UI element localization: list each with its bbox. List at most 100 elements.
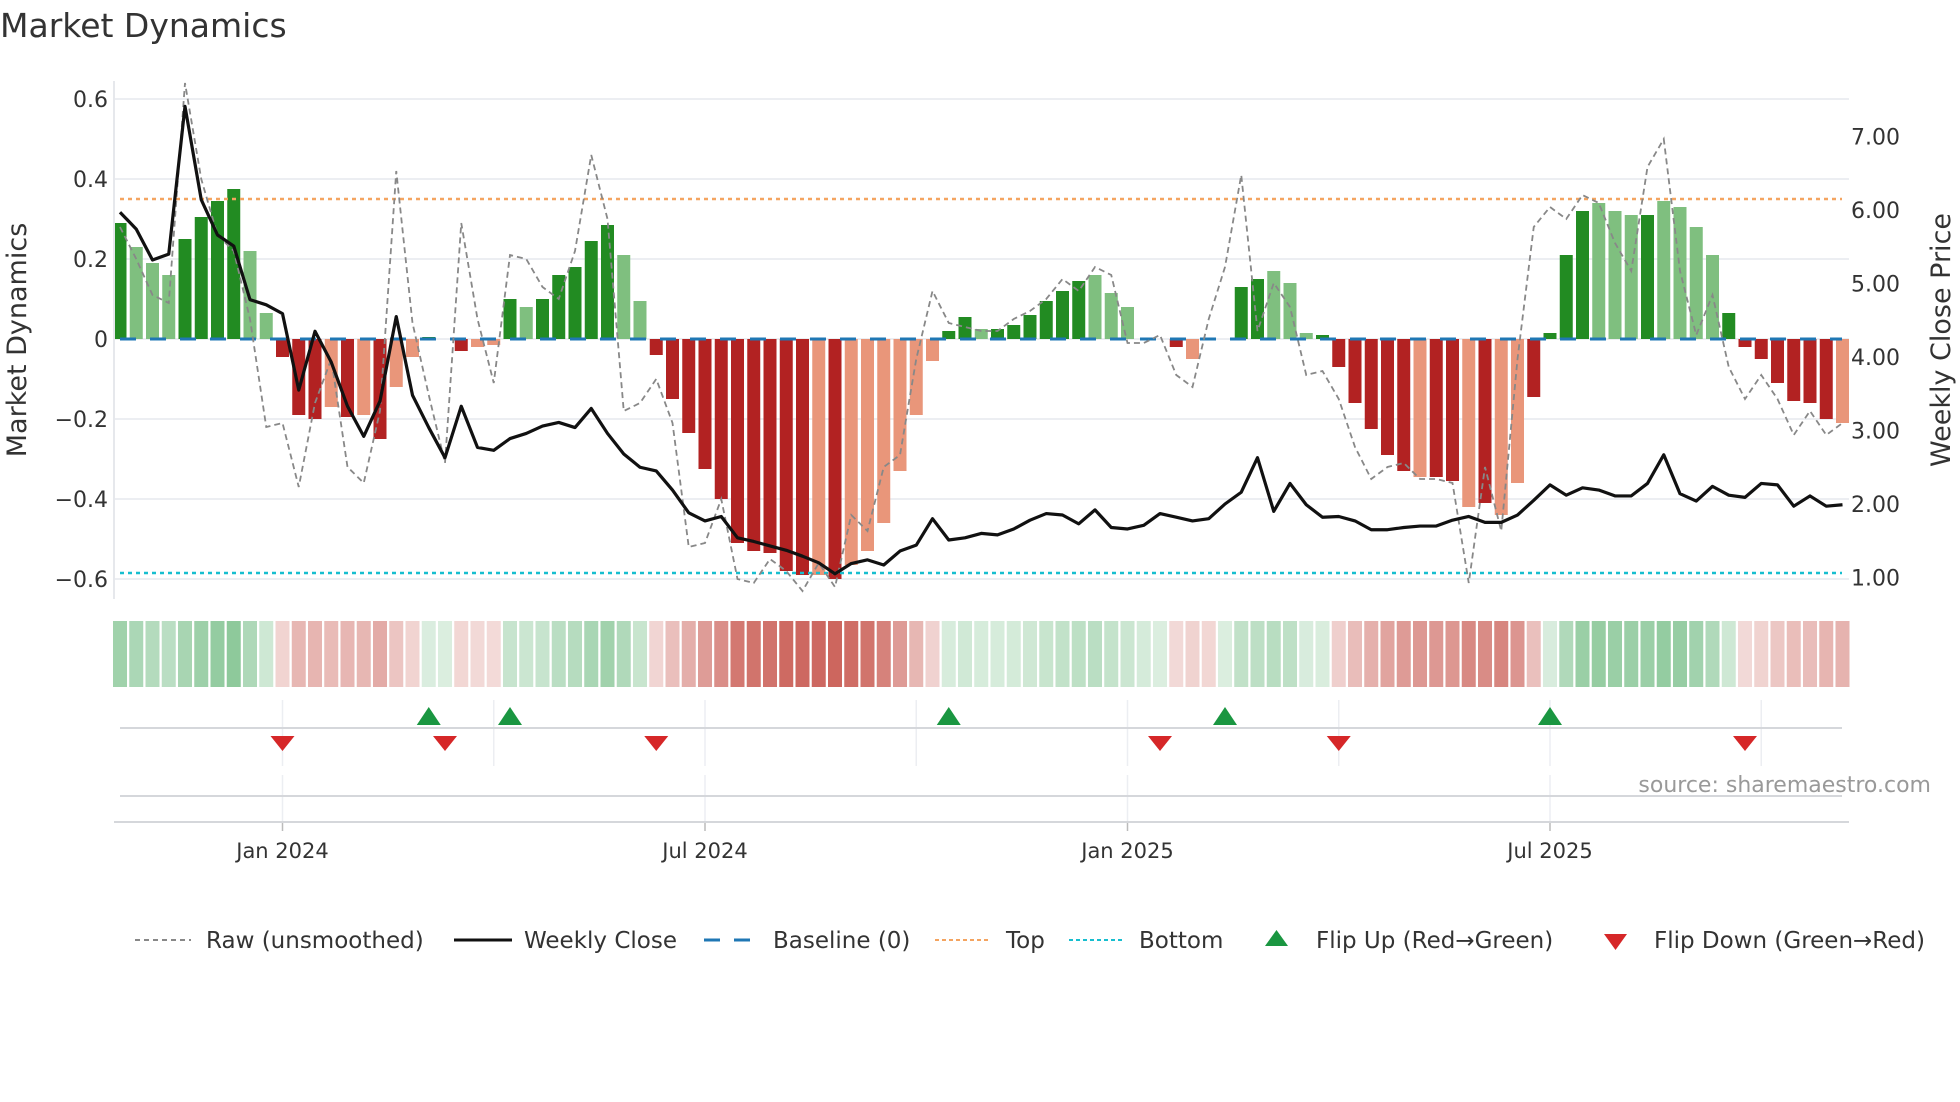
flip-up-marker xyxy=(1213,707,1237,725)
heat-strip-cell xyxy=(568,621,582,687)
flip-down-marker xyxy=(1148,736,1172,751)
y-right-tick-label: 1.00 xyxy=(1851,567,1900,592)
dynamics-bar xyxy=(1446,339,1459,481)
dynamics-bar xyxy=(113,223,127,339)
dynamics-bar xyxy=(178,239,192,339)
dynamics-bar xyxy=(1478,339,1492,503)
dynamics-bar xyxy=(162,275,176,339)
dynamics-bar xyxy=(1608,211,1622,339)
dynamics-bar xyxy=(812,339,826,575)
heat-strip-cell xyxy=(1396,621,1411,687)
heat-strip-cell xyxy=(1673,621,1687,687)
y-tick-label: −0.4 xyxy=(55,488,108,513)
heat-strip-cell xyxy=(1478,621,1492,687)
dynamics-bar xyxy=(568,267,582,339)
heat-strip-cell xyxy=(1218,621,1232,687)
dynamics-bar xyxy=(1641,215,1654,339)
heat-strip-cell xyxy=(324,621,339,687)
dynamics-bar xyxy=(1186,339,1199,359)
legend-raw-label: Raw (unsmoothed) xyxy=(206,928,424,954)
heat-strip-cell xyxy=(113,621,127,687)
heat-strip-cell xyxy=(941,621,956,687)
heat-strip-cell xyxy=(1559,621,1574,687)
heat-strip-cell xyxy=(1608,621,1622,687)
y-right-tick-label: 4.00 xyxy=(1851,346,1900,371)
dynamics-bar xyxy=(601,225,614,339)
flip-up-marker xyxy=(936,707,961,725)
legend-flip-up-label: Flip Up (Red→Green) xyxy=(1316,928,1553,954)
heat-strip-cell xyxy=(1234,621,1249,687)
heat-strip-cell xyxy=(454,621,469,687)
heat-strip-cell xyxy=(1738,621,1752,687)
heat-strip-cell xyxy=(210,621,225,687)
dynamics-bar xyxy=(1559,255,1573,339)
heat-strip-cell xyxy=(226,621,241,687)
y-tick-label: 0.6 xyxy=(73,88,108,113)
heat-strip-cell xyxy=(828,621,842,687)
heat-strip-cell xyxy=(1705,621,1720,687)
heat-strip-cell xyxy=(1201,621,1216,687)
heat-strip-cell xyxy=(275,621,290,687)
heat-strip-cell xyxy=(633,621,647,687)
heat-strip-cell xyxy=(1510,621,1525,687)
heat-strip-cell xyxy=(1120,621,1135,687)
flip-up-marker xyxy=(416,707,441,725)
heat-strip-cell xyxy=(519,621,534,687)
heat-strip-cell xyxy=(893,621,907,687)
dynamics-bar xyxy=(1234,287,1248,339)
legend-bottom-label: Bottom xyxy=(1139,928,1223,954)
heat-strip-cell xyxy=(990,621,1005,687)
heat-strip-cell xyxy=(1656,621,1671,687)
heat-strip-cell xyxy=(714,621,729,687)
dynamics-bar xyxy=(617,255,631,339)
x-axis: Jan 2024 Jul 2024 Jan 2025 Jul 2025 xyxy=(114,775,1849,863)
heat-strip-cell xyxy=(1803,621,1817,687)
heat-strip-cell xyxy=(1071,621,1086,687)
legend: Raw (unsmoothed) Weekly Close Baseline (… xyxy=(135,928,1925,954)
y-right-tick-label: 3.00 xyxy=(1851,420,1900,445)
legend-close-label: Weekly Close xyxy=(524,928,677,954)
legend-flip-down-icon xyxy=(1604,934,1627,950)
heat-strip-cell xyxy=(1006,621,1021,687)
heat-strip-cell xyxy=(1283,621,1297,687)
heat-strip-cell xyxy=(811,621,826,687)
heat-strip-cell xyxy=(1104,621,1119,687)
dynamics-bar xyxy=(1023,315,1037,339)
dynamics-bar xyxy=(1381,339,1394,455)
y-tick-label: −0.2 xyxy=(55,408,108,433)
dynamics-bar xyxy=(1836,339,1849,423)
heat-strip-cell xyxy=(1331,621,1346,687)
dynamics-bar xyxy=(796,339,809,575)
dynamics-bar xyxy=(1722,313,1736,339)
flip-down-marker xyxy=(433,736,457,751)
dynamics-bars xyxy=(113,189,1849,579)
heat-strip-cell xyxy=(1169,621,1184,687)
y-right-tick-label: 5.00 xyxy=(1851,273,1900,298)
flip-down-marker xyxy=(270,736,295,751)
y-tick-label: −0.6 xyxy=(55,568,108,593)
dynamics-bar xyxy=(536,299,549,339)
heat-strip-cell xyxy=(1445,621,1460,687)
y-right-axis-label: Weekly Close Price xyxy=(1926,213,1957,467)
heat-strip-cell xyxy=(1315,621,1330,687)
flip-panel xyxy=(120,700,1842,766)
heat-strip-cell xyxy=(1624,621,1639,687)
y-tick-label: 0 xyxy=(94,328,108,353)
dynamics-bar xyxy=(731,339,744,543)
dynamics-bar xyxy=(633,301,647,339)
heat-strip-cell xyxy=(698,621,712,687)
y-tick-label: 0.2 xyxy=(73,248,108,273)
dynamics-bar xyxy=(1429,339,1443,477)
dynamics-bar xyxy=(698,339,712,469)
y-right-tick-label: 6.00 xyxy=(1851,199,1900,224)
heat-strip-cell xyxy=(1039,621,1054,687)
heat-strip-cell xyxy=(161,621,176,687)
legend-flip-up-icon xyxy=(1265,930,1288,946)
y-right-tick-label: 2.00 xyxy=(1851,493,1900,518)
source-label: source: sharemaestro.com xyxy=(1638,773,1931,798)
heat-strip-cell xyxy=(763,621,777,687)
dynamics-bar xyxy=(1787,339,1801,401)
dynamics-bar xyxy=(1039,301,1053,339)
heat-strip-cell xyxy=(1413,621,1427,687)
heat-strip-cell xyxy=(1153,621,1167,687)
